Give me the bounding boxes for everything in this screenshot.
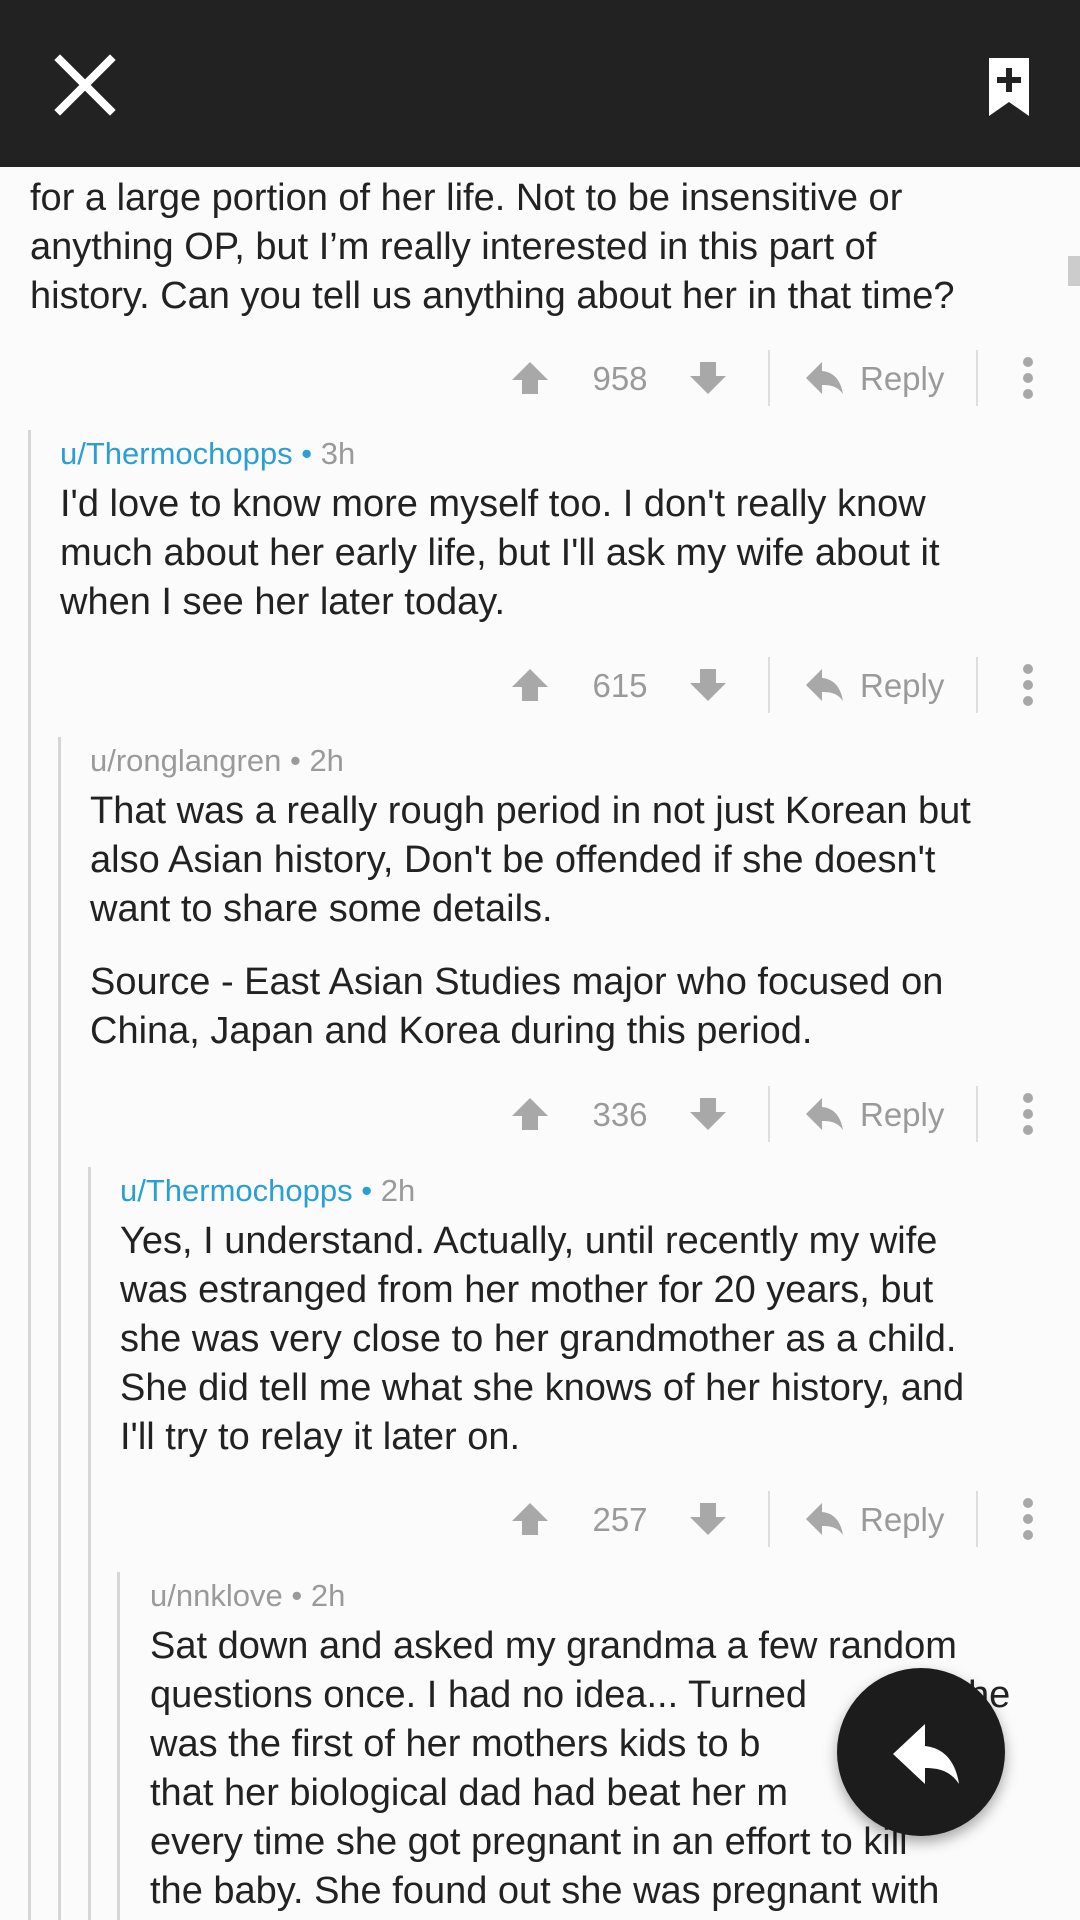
comment-time: 2h [380,1173,416,1208]
reply-button[interactable]: Reply [800,1489,950,1549]
divider [768,350,770,406]
divider [768,1491,770,1547]
divider [768,657,770,713]
divider [976,350,978,406]
comment-score: 958 [592,360,648,397]
comment-header: u/nnklove • 2h [150,1578,345,1614]
comment-paragraph: Yes, I understand. Actually, until recen… [120,1220,965,1458]
reply-icon [806,669,843,701]
arrow-up-icon[interactable] [510,1489,550,1549]
comment-score: 615 [592,667,648,704]
arrow-up-icon[interactable] [510,1084,550,1144]
reply-icon [806,1503,843,1535]
separator-dot: • [361,1173,373,1208]
reply-label: Reply [860,1501,945,1538]
top-app-bar [0,0,1080,167]
comment-paragraph: Source - East Asian Studies major who fo… [90,961,944,1052]
comment-thread: for a large portion of her life. Not to … [0,0,1080,1920]
reply-button[interactable]: Reply [800,655,950,715]
comment-author[interactable]: u/ronglangren [90,743,281,778]
arrow-down-icon[interactable] [688,1084,728,1144]
comment-actions: 615 Reply [0,655,1080,715]
reply-icon [806,1098,843,1130]
arrow-down-icon[interactable] [688,348,728,408]
reply-label: Reply [860,1096,945,1133]
reply-icon [893,1724,959,1784]
reply-label: Reply [860,667,945,704]
more-vertical-icon[interactable] [1010,1084,1046,1144]
more-vertical-icon[interactable] [1010,1489,1046,1549]
divider [976,657,978,713]
thread-depth-line [28,430,31,1920]
comment-body: I'd love to know more myself too. I don'… [60,480,940,627]
bookmark-add-icon[interactable] [985,56,1033,118]
arrow-up-icon[interactable] [510,348,550,408]
separator-dot: • [301,436,313,471]
comment-paragraph: I'd love to know more myself too. I don'… [60,483,940,623]
comment-paragraph: That was a really rough period in not ju… [90,790,971,930]
comment-header: u/Thermochopps • 2h [120,1173,415,1209]
comment-header: u/ronglangren • 2h [90,743,344,779]
comment-body: Sat down and asked my grandma a few rand… [150,1622,957,1916]
divider [768,1086,770,1142]
comment-score: 257 [592,1501,648,1538]
arrow-down-icon[interactable] [688,1489,728,1549]
thread-depth-line [117,1572,120,1920]
reply-label: Reply [860,360,945,397]
divider [976,1491,978,1547]
comment-actions: 336 Reply [0,1084,1080,1144]
comment-actions: 257 Reply [0,1489,1080,1549]
close-icon[interactable] [50,50,120,120]
arrow-up-icon[interactable] [510,655,550,715]
comment-header: u/Thermochopps • 3h [60,436,355,472]
comment-actions: 958 Reply [0,348,1080,408]
more-vertical-icon[interactable] [1010,348,1046,408]
scroll-indicator[interactable] [1068,256,1080,286]
arrow-down-icon[interactable] [688,655,728,715]
divider [976,1086,978,1142]
comment-author[interactable]: u/nnklove [150,1578,283,1613]
comment-time: 3h [320,436,356,471]
reply-icon [806,362,843,394]
reply-button[interactable]: Reply [800,348,950,408]
comment-score: 336 [592,1096,648,1133]
comment-body: for a large portion of her life. Not to … [30,174,955,321]
comment-author[interactable]: u/Thermochopps [60,436,293,471]
reply-button[interactable]: Reply [800,1084,950,1144]
comment-body: Yes, I understand. Actually, until recen… [120,1217,964,1462]
comment-time: 2h [310,1578,346,1613]
comment-author[interactable]: u/Thermochopps [120,1173,353,1208]
thread-depth-line [58,737,61,1920]
comment-paragraph: for a large portion of her life. Not to … [30,177,955,317]
comment-body: That was a really rough period in not ju… [90,787,971,1056]
comment-paragraph: Sat down and asked my grandma a few rand… [150,1625,957,1912]
reply-fab[interactable] [837,1668,1005,1836]
separator-dot: • [289,743,301,778]
comment-time: 2h [309,743,344,778]
more-vertical-icon[interactable] [1010,655,1046,715]
separator-dot: • [291,1578,303,1613]
